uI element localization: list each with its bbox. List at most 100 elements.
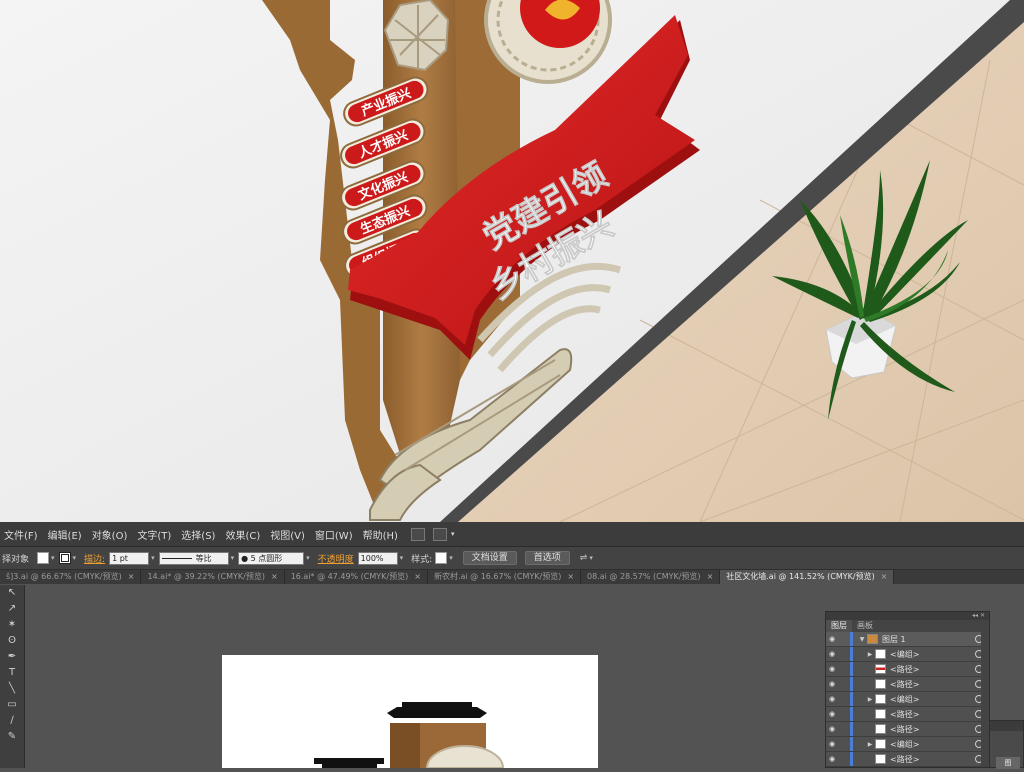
brush-dropdown-icon[interactable]: ▾ xyxy=(306,554,310,562)
sublayer-name[interactable]: <编组> xyxy=(890,739,975,750)
artwork-column-dark xyxy=(390,723,420,768)
stroke-dropdown-icon[interactable]: ▾ xyxy=(73,554,77,562)
sublayer-name[interactable]: <编组> xyxy=(890,694,975,705)
menu-view[interactable]: 视图(V) xyxy=(265,527,310,542)
selection-tool-icon[interactable]: ↖ xyxy=(0,585,24,601)
arrange-icon[interactable]: ⇌ xyxy=(580,553,588,563)
opacity-label-link[interactable]: 不透明度 xyxy=(318,552,354,565)
type-tool-icon[interactable]: T xyxy=(0,665,24,681)
doc-tab-2[interactable]: 14.ai* @ 39.22% (CMYK/预览) × xyxy=(141,570,285,584)
layer-sublayer-row[interactable]: ◉ <路径> xyxy=(826,707,989,722)
layer-color-bar xyxy=(850,677,853,691)
close-icon[interactable]: × xyxy=(128,572,135,581)
sublayer-name[interactable]: <路径> xyxy=(890,709,975,720)
document-setup-button[interactable]: 文档设置 xyxy=(462,551,517,565)
close-icon[interactable]: × xyxy=(881,572,888,581)
sublayer-thumbnail xyxy=(875,679,886,689)
direct-selection-tool-icon[interactable]: ↗ xyxy=(0,601,24,617)
fill-swatch[interactable] xyxy=(37,552,50,564)
layer-sublayer-row[interactable]: ◉ ▶ <编组> xyxy=(826,692,989,707)
preferences-button[interactable]: 首选项 xyxy=(524,551,570,565)
line-tool-icon[interactable]: ╲ xyxy=(0,681,24,697)
opacity-dropdown-icon[interactable]: ▾ xyxy=(400,554,404,562)
stroke-weight-input[interactable]: 1 pt xyxy=(109,551,150,565)
close-icon[interactable]: × xyxy=(271,572,278,581)
close-icon[interactable]: × xyxy=(707,572,714,581)
style-dropdown-icon[interactable]: ▾ xyxy=(449,554,453,562)
fill-dropdown-icon[interactable]: ▾ xyxy=(51,554,55,562)
eye-icon[interactable]: ◉ xyxy=(826,650,838,658)
sublayer-name[interactable]: <路径> xyxy=(890,679,975,690)
stroke-label-link[interactable]: 描边: xyxy=(84,552,105,565)
menu-type[interactable]: 文字(T) xyxy=(132,527,176,542)
sublayer-name[interactable]: <路径> xyxy=(890,724,975,735)
close-icon[interactable]: × xyxy=(414,572,421,581)
collapsed-panel-header[interactable] xyxy=(990,721,1023,731)
magic-wand-tool-icon[interactable]: ✶ xyxy=(0,617,24,633)
tab-layers[interactable]: 图层 xyxy=(826,620,852,632)
panel-collapse-icon[interactable]: ◂◂ ✕ xyxy=(826,612,989,620)
doc-tab-5[interactable]: 08.ai @ 28.57% (CMYK/预览) × xyxy=(581,570,721,584)
stroke-swatch[interactable] xyxy=(58,552,71,564)
layer-sublayer-row[interactable]: ◉ <路径> xyxy=(826,722,989,737)
eye-icon[interactable]: ◉ xyxy=(826,710,838,718)
layer-sublayer-row[interactable]: ◉ ▶ <编组> xyxy=(826,737,989,752)
layer-sublayer-row[interactable]: ◉ <路径> xyxy=(826,677,989,692)
doc-tab-6-active[interactable]: 社区文化墙.ai @ 141.52% (CMYK/预览) × xyxy=(720,570,895,584)
artboard[interactable] xyxy=(222,655,598,769)
sublayer-name[interactable]: <路径> xyxy=(890,754,975,765)
brush-select[interactable]: ● 5 点圆形 xyxy=(238,551,305,565)
stroke-weight-dropdown-icon[interactable]: ▾ xyxy=(151,554,155,562)
expand-triangle-icon[interactable]: ▶ xyxy=(865,696,875,703)
close-icon[interactable]: × xyxy=(567,572,574,581)
collapsed-panel-label[interactable]: 图 xyxy=(996,757,1020,769)
eye-icon[interactable]: ◉ xyxy=(826,695,838,703)
eye-icon[interactable]: ◉ xyxy=(826,740,838,748)
collapse-triangle-icon[interactable]: ▼ xyxy=(857,636,867,643)
paintbrush-tool-icon[interactable]: ∕ xyxy=(0,713,24,729)
pencil-tool-icon[interactable]: ✎ xyxy=(0,729,24,745)
collapsed-panel: 图 xyxy=(989,720,1024,769)
sublayer-name[interactable]: <路径> xyxy=(890,664,975,675)
layer-color-bar xyxy=(850,752,853,766)
layer-sublayer-row[interactable]: ◉ ▶ <编组> xyxy=(826,647,989,662)
eye-icon[interactable]: ◉ xyxy=(826,665,838,673)
menu-effect[interactable]: 效果(C) xyxy=(220,527,265,542)
chevron-down-icon[interactable]: ▾ xyxy=(451,530,455,538)
layers-scrollbar[interactable] xyxy=(981,632,989,767)
bridge-icon[interactable] xyxy=(410,527,425,541)
sublayer-name[interactable]: <编组> xyxy=(890,649,975,660)
layer-sublayer-row[interactable]: ◉ <路径> xyxy=(826,752,989,767)
menu-select[interactable]: 选择(S) xyxy=(176,527,220,542)
menu-edit[interactable]: 编辑(E) xyxy=(43,527,87,542)
style-swatch[interactable] xyxy=(435,552,448,564)
layer-sublayer-row[interactable]: ◉ <路径> xyxy=(826,662,989,677)
tab-artboards[interactable]: 画板 xyxy=(852,620,878,632)
expand-triangle-icon[interactable]: ▶ xyxy=(865,741,875,748)
pen-tool-icon[interactable]: ✒ xyxy=(0,649,24,665)
opacity-input[interactable]: 100% xyxy=(357,551,398,565)
doc-tab-3[interactable]: 16.ai* @ 47.49% (CMYK/预览) × xyxy=(285,570,428,584)
expand-triangle-icon[interactable]: ▶ xyxy=(865,651,875,658)
eye-icon[interactable]: ◉ xyxy=(826,635,838,643)
eye-icon[interactable]: ◉ xyxy=(826,755,838,763)
rectangle-tool-icon[interactable]: ▭ xyxy=(0,697,24,713)
layer-row-main[interactable]: ◉ ▼ 图层 1 xyxy=(826,632,989,647)
eye-icon[interactable]: ◉ xyxy=(826,725,838,733)
lasso-tool-icon[interactable]: ʘ xyxy=(0,633,24,649)
artwork-roof-top xyxy=(387,707,487,718)
arrange-dropdown-icon[interactable]: ▾ xyxy=(589,554,593,562)
menu-window[interactable]: 窗口(W) xyxy=(310,527,358,542)
sublayer-thumbnail xyxy=(875,739,886,749)
eye-icon[interactable]: ◉ xyxy=(826,680,838,688)
stroke-profile-select[interactable]: 等比 xyxy=(158,551,229,565)
layer-name[interactable]: 图层 1 xyxy=(882,634,975,645)
arrange-documents-icon[interactable] xyxy=(432,527,447,541)
style-label: 样式: xyxy=(411,554,433,565)
menu-file[interactable]: 文件(F) xyxy=(0,527,43,542)
doc-tab-1[interactable]: ŝ]3.ai @ 66.67% (CMYK/预览) × xyxy=(0,570,142,584)
menu-object[interactable]: 对象(O) xyxy=(87,527,133,542)
doc-tab-4[interactable]: 新农村.ai @ 16.67% (CMYK/预览) × xyxy=(428,570,582,584)
stroke-profile-dropdown-icon[interactable]: ▾ xyxy=(231,554,235,562)
menu-help[interactable]: 帮助(H) xyxy=(358,527,403,542)
